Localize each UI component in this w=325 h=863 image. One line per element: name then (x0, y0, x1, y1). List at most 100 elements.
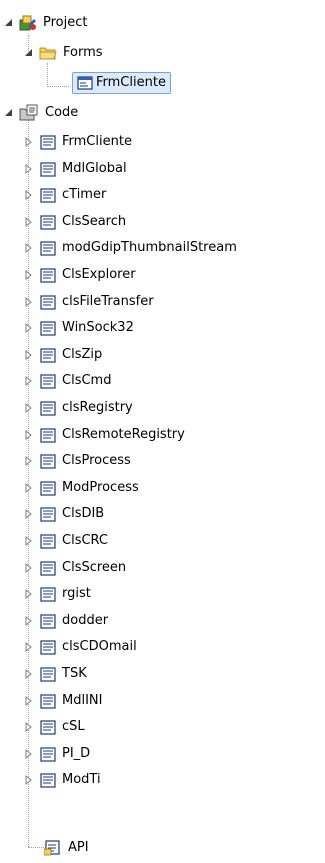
module-label: ClsCmd (62, 373, 112, 388)
module-icon (40, 560, 56, 576)
project-label: Project (43, 15, 88, 30)
tree-connector (28, 847, 44, 848)
module-label: ClsProcess (62, 453, 131, 468)
module-icon (40, 613, 56, 629)
collapsed-triangle-icon[interactable] (24, 164, 34, 174)
collapsed-triangle-icon[interactable] (24, 722, 34, 732)
collapsed-triangle-icon[interactable] (24, 696, 34, 706)
collapsed-triangle-icon[interactable] (24, 323, 34, 333)
tree-node-module[interactable]: modGdipThumbnailStream (24, 235, 240, 261)
module-label: cSL (62, 719, 85, 734)
module-icon (40, 693, 56, 709)
api-module-icon (44, 840, 60, 856)
collapsed-triangle-icon[interactable] (24, 243, 34, 253)
tree-connector (47, 86, 69, 87)
tree-node-module[interactable]: PI_D (24, 741, 93, 767)
tree-node-forms[interactable]: Forms (24, 40, 106, 66)
module-label: ClsSearch (62, 214, 127, 229)
tree-node-module[interactable]: ClsZip (24, 342, 105, 368)
project-icon (19, 15, 36, 31)
module-icon (40, 373, 56, 389)
collapsed-triangle-icon[interactable] (24, 456, 34, 466)
tree-node-module[interactable]: clsCDOmail (24, 634, 140, 660)
expanded-triangle-icon[interactable] (4, 108, 14, 118)
collapsed-triangle-icon[interactable] (24, 642, 34, 652)
module-label: cTimer (62, 187, 107, 202)
selected-item-highlight[interactable]: FrmCliente (72, 72, 171, 94)
tree-node-module[interactable]: ModProcess (24, 475, 142, 501)
tree-node-module[interactable]: ClsCmd (24, 368, 114, 394)
module-label: ModProcess (62, 480, 139, 495)
collapsed-triangle-icon[interactable] (24, 270, 34, 280)
tree-node-module[interactable]: MdlGlobal (24, 156, 130, 182)
tree-node-module[interactable]: cSL (24, 714, 88, 740)
tree-node-module[interactable]: dodder (24, 608, 111, 634)
tree-node-module[interactable]: FrmCliente (24, 129, 135, 155)
code-folder-icon (19, 104, 38, 121)
module-label: MdlINI (62, 693, 103, 708)
collapsed-triangle-icon[interactable] (24, 589, 34, 599)
module-icon (40, 187, 56, 203)
tree-node-code[interactable]: Code (4, 100, 81, 126)
tree-node-module[interactable]: ClsProcess (24, 448, 134, 474)
tree-node-module[interactable]: TSK (24, 661, 90, 687)
collapsed-triangle-icon[interactable] (24, 217, 34, 227)
module-icon (40, 666, 56, 682)
tree-node-module[interactable]: ClsRemoteRegistry (24, 422, 188, 448)
module-icon (40, 480, 56, 496)
module-label: ClsZip (62, 347, 103, 362)
module-label: ClsRemoteRegistry (62, 427, 185, 442)
tree-node-module[interactable]: WinSock32 (24, 315, 137, 341)
tree-node-module[interactable]: clsRegistry (24, 395, 136, 421)
module-icon (40, 506, 56, 522)
collapsed-triangle-icon[interactable] (24, 775, 34, 785)
module-label: ClsDIB (62, 506, 105, 521)
module-icon (40, 320, 56, 336)
module-icon (40, 746, 56, 762)
module-label: ClsCRC (62, 533, 109, 548)
collapsed-triangle-icon[interactable] (24, 137, 34, 147)
module-icon (40, 134, 56, 150)
api-label: API (68, 840, 89, 855)
tree-node-module[interactable]: rgist (24, 581, 94, 607)
collapsed-triangle-icon[interactable] (24, 509, 34, 519)
module-icon (40, 240, 56, 256)
collapsed-triangle-icon[interactable] (24, 190, 34, 200)
collapsed-triangle-icon[interactable] (24, 350, 34, 360)
collapsed-triangle-icon[interactable] (24, 376, 34, 386)
tree-node-module[interactable]: MdlINI (24, 688, 105, 714)
tree-node-project[interactable]: Project (4, 10, 90, 36)
collapsed-triangle-icon[interactable] (24, 297, 34, 307)
tree-node-module[interactable]: ClsExplorer (24, 262, 139, 288)
module-icon (40, 533, 56, 549)
tree-node-module[interactable]: cTimer (24, 182, 109, 208)
tree-node-form-frmcliente[interactable]: FrmCliente (72, 70, 171, 96)
collapsed-triangle-icon[interactable] (24, 403, 34, 413)
tree-node-module[interactable]: clsFileTransfer (24, 289, 157, 315)
project-explorer-tree: Project Forms FrmCliente Code FrmCliente… (0, 0, 325, 863)
module-icon (40, 294, 56, 310)
collapsed-triangle-icon[interactable] (24, 749, 34, 759)
collapsed-triangle-icon[interactable] (24, 536, 34, 546)
collapsed-triangle-icon[interactable] (24, 669, 34, 679)
tree-node-api[interactable]: API (44, 835, 92, 861)
module-label: clsFileTransfer (62, 294, 154, 309)
expanded-triangle-icon[interactable] (4, 18, 14, 28)
module-label: ClsScreen (62, 560, 127, 575)
tree-node-module[interactable]: ClsSearch (24, 209, 129, 235)
tree-node-module[interactable]: ClsScreen (24, 555, 129, 581)
collapsed-triangle-icon[interactable] (24, 483, 34, 493)
module-label: modGdipThumbnailStream (62, 240, 237, 255)
module-label: TSK (62, 666, 87, 681)
tree-node-module[interactable]: ModTi (24, 767, 104, 793)
module-label: PI_D (62, 746, 91, 761)
module-label: clsCDOmail (62, 639, 137, 654)
expanded-triangle-icon[interactable] (24, 48, 34, 58)
module-label: ModTi (62, 772, 101, 787)
collapsed-triangle-icon[interactable] (24, 616, 34, 626)
tree-node-module[interactable]: ClsDIB (24, 501, 107, 527)
collapsed-triangle-icon[interactable] (24, 563, 34, 573)
tree-node-module[interactable]: ClsCRC (24, 528, 111, 554)
collapsed-triangle-icon[interactable] (24, 430, 34, 440)
module-icon (40, 772, 56, 788)
